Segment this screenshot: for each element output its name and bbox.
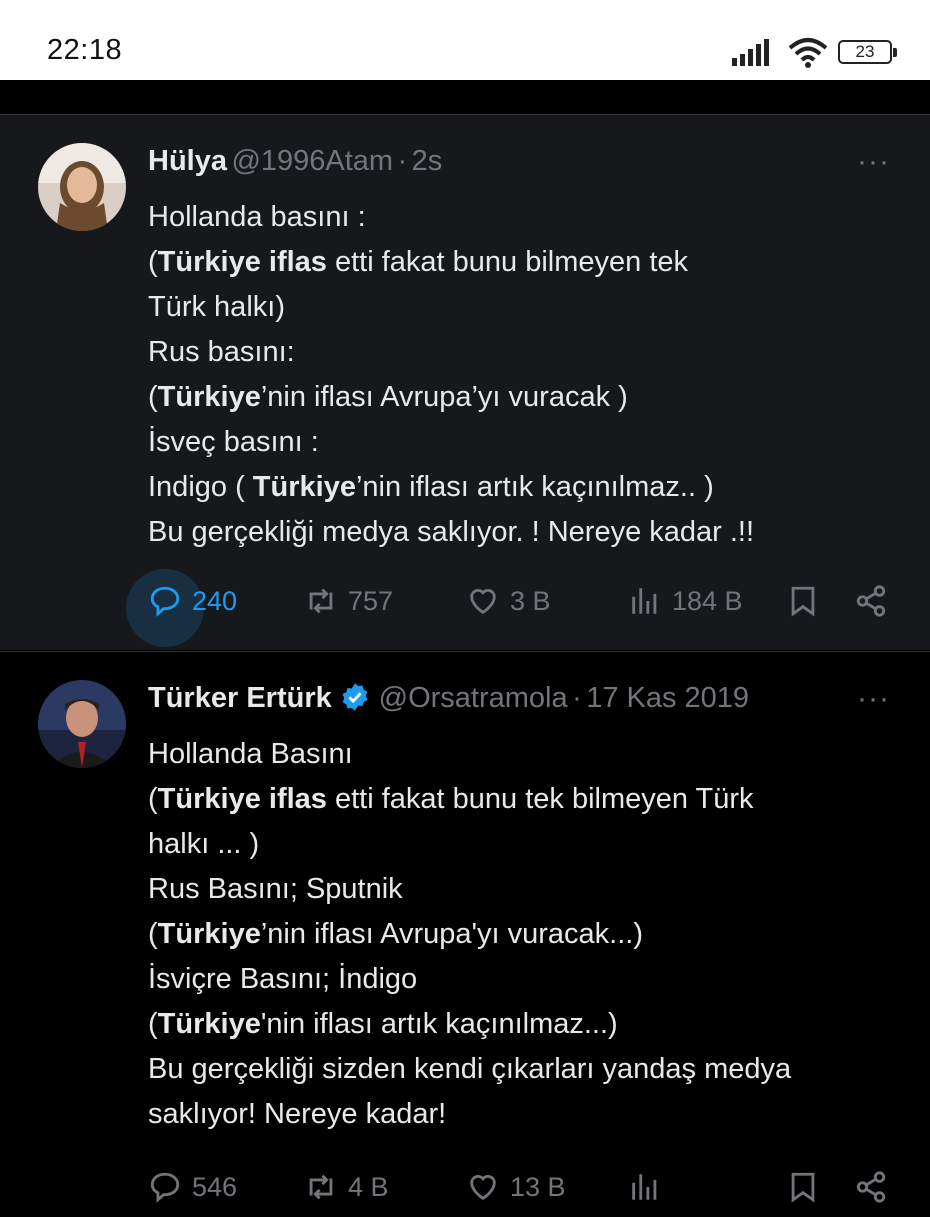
bold-text: Türkiye iflas (157, 246, 327, 278)
tweet-text-line: saklıyor! Nereye kadar! (148, 1098, 447, 1130)
separator: · (397, 145, 408, 177)
tweet-text-line: Bu gerçekliği medya saklıyor. ! Nereye k… (148, 516, 755, 548)
like-count: 13 B (510, 1171, 566, 1202)
action-bar: 240 757 3 B 184 B (126, 569, 908, 647)
tweet-text: Hollanda basını : (Türkiye iflas etti fak… (148, 195, 908, 555)
like-icon (470, 589, 496, 615)
bookmark-button[interactable] (786, 571, 830, 631)
tweet-text-line: Hollanda basını : (148, 201, 366, 233)
tweet-text-line: Bu gerçekliği sizden kendi çıkarları yan… (148, 1053, 792, 1085)
separator: · (572, 682, 582, 714)
tweet[interactable]: Hülya @1996Atam · 2s ··· Hollanda basını… (0, 114, 930, 650)
retweet-count: 4 B (348, 1171, 389, 1202)
bookmark-icon (791, 1172, 815, 1203)
avatar[interactable] (38, 680, 126, 768)
tweet-text-line: Rus Basını; Sputnik (148, 873, 403, 905)
retweet-icon (309, 588, 333, 614)
reply-button[interactable]: 240 (126, 569, 238, 647)
bold-text: Türkiye (157, 918, 261, 950)
status-bar: 22:18 23 (0, 0, 930, 80)
retweet-button[interactable]: 4 B (304, 1157, 389, 1217)
retweet-icon (309, 1174, 333, 1200)
bold-text: Türkiye (252, 471, 356, 503)
tweet-text-line: (Türkiye’nin iflası Avrupa’yı vuracak ) (148, 381, 628, 413)
tweet-text-line: Indigo ( Türkiye’nin iflası artık kaçını… (148, 471, 714, 503)
status-time: 22:18 (47, 34, 123, 66)
bookmark-icon (791, 586, 815, 617)
timestamp[interactable]: 17 Kas 2019 (586, 682, 749, 714)
battery-icon: 23 (838, 40, 897, 64)
share-icon (856, 585, 886, 617)
signal-icon (732, 39, 769, 66)
author-handle[interactable]: @1996Atam (231, 145, 393, 177)
bold-text: Türkiye iflas (157, 783, 327, 815)
share-button[interactable] (854, 1157, 898, 1217)
bookmark-button[interactable] (786, 1157, 830, 1217)
wifi-icon (788, 38, 828, 68)
timestamp[interactable]: 2s (412, 145, 443, 177)
author-handle[interactable]: @Orsatramola (379, 682, 568, 714)
tweet-text-line: İsveç basını : (148, 426, 319, 458)
tweet-text: Hollanda Basını (Türkiye iflas etti fakat… (148, 732, 908, 1137)
like-button[interactable]: 13 B (466, 1157, 566, 1217)
share-button[interactable] (854, 571, 898, 631)
tweet-text-line: Rus basını: (148, 336, 295, 368)
tweet-text-line: halkı ... ) (148, 828, 260, 860)
reply-icon (150, 1172, 180, 1203)
views-count: 184 B (672, 585, 743, 616)
tweet-header: Hülya @1996Atam · 2s (148, 145, 900, 185)
tweet-text-line: (Türkiye iflas etti fakat bunu tek bilme… (148, 783, 754, 815)
bold-text: Türkiye (157, 1008, 261, 1040)
retweet-count: 757 (348, 585, 394, 616)
like-button[interactable]: 3 B (466, 571, 551, 631)
like-count: 3 B (510, 585, 551, 616)
like-icon (470, 1175, 496, 1201)
tweet-text-line: (Türkiye'nin iflası artık kaçınılmaz...) (148, 1008, 618, 1040)
more-icon[interactable]: ··· (857, 682, 890, 716)
views-icon (632, 1174, 657, 1200)
more-icon[interactable]: ··· (857, 145, 890, 179)
avatar[interactable] (38, 143, 126, 231)
views-icon (632, 588, 657, 614)
top-gap (0, 80, 930, 114)
reply-button[interactable]: 546 (148, 1157, 237, 1217)
reply-count: 240 (192, 585, 238, 616)
author-name[interactable]: Türker Ertürk (148, 682, 332, 714)
tweet-text-line: Hollanda Basını (148, 738, 353, 770)
share-icon (856, 1171, 886, 1203)
views-button[interactable] (628, 1157, 672, 1217)
tweet-text-line: Türk halkı) (148, 291, 285, 323)
views-button[interactable]: 184 B (628, 571, 743, 631)
tweet-text-line: (Türkiye’nin iflası Avrupa'yı vuracak...… (148, 918, 644, 950)
tweet-text-line: İsviçre Basını; İndigo (148, 963, 418, 995)
author-name[interactable]: Hülya (148, 145, 227, 177)
retweet-button[interactable]: 757 (304, 571, 393, 631)
verified-badge-icon (342, 683, 368, 711)
reply-icon (150, 586, 180, 617)
bold-text: Türkiye (157, 381, 261, 413)
reply-count: 546 (192, 1171, 238, 1202)
tweet[interactable]: Türker Ertürk @Orsatramola · 17 Kas 2019… (0, 651, 930, 1211)
tweet-text-line: (Türkiye iflas etti fakat bunu bilmeyen … (148, 246, 689, 278)
action-bar: 546 4 B 13 B (128, 1157, 908, 1217)
tweet-header: Türker Ertürk @Orsatramola · 17 Kas 2019 (148, 682, 900, 722)
